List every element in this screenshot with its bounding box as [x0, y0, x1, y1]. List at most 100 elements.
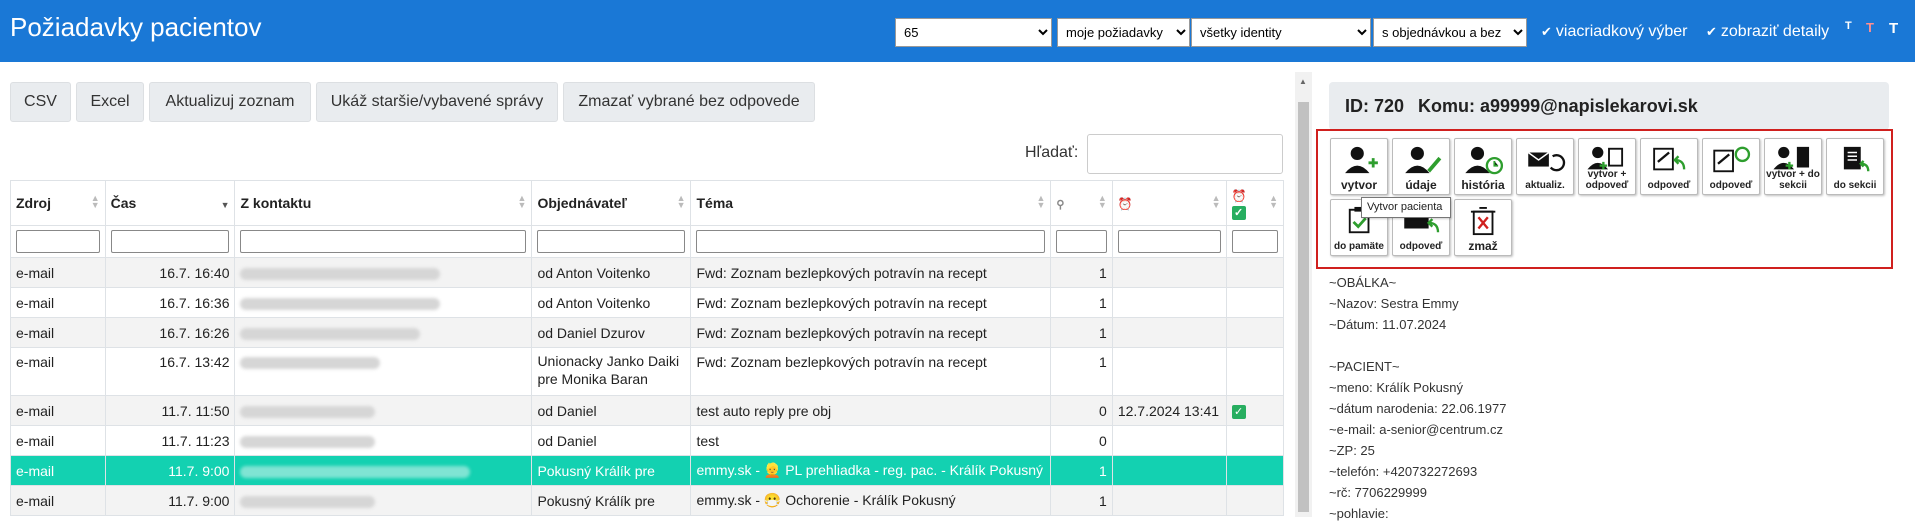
vertical-scrollbar[interactable]: ▲: [1295, 72, 1312, 517]
cell-alarm: 12.7.2024 13:41: [1111, 395, 1227, 426]
sort-icon: ▲ ▼: [517, 193, 527, 210]
scroll-up-icon[interactable]: ▲: [1299, 77, 1307, 86]
col-count[interactable]: ⚲ ▲ ▼: [1050, 180, 1113, 226]
cell-time: 16.7. 13:42: [104, 347, 236, 396]
message-body: ~OBÁLKA~ ~Nazov: Sestra Emmy ~Dátum: 11.…: [1329, 275, 1507, 521]
cell-orderer: od Daniel: [531, 395, 692, 426]
filter-contact-input[interactable]: [240, 230, 527, 253]
cell-done: [1225, 425, 1285, 456]
cell-topic: Fwd: Zoznam bezlepkových potravín na rec…: [690, 257, 1052, 288]
table-row[interactable]: e-mail 11.7. 9:00 Pokusný Králík pre emm…: [10, 485, 1285, 516]
cell-contact: [234, 257, 533, 288]
delete-selected-button[interactable]: Zmazať vybrané bez odpovede: [563, 82, 815, 122]
table-row[interactable]: e-mail 11.7. 11:50 od Daniel test auto r…: [10, 395, 1285, 426]
filter-time-input[interactable]: [110, 230, 230, 253]
col-contact[interactable]: Z kontaktu ▲ ▼: [234, 180, 533, 226]
cell-alarm: [1111, 287, 1227, 318]
cell-count: 1: [1050, 317, 1113, 348]
table-row-selected[interactable]: e-mail 11.7. 9:00 Pokusný Králík pre emm…: [10, 455, 1285, 486]
identity-select[interactable]: všetky identity: [1191, 18, 1371, 47]
to-section-label: do sekcii: [1833, 180, 1877, 191]
create-to-section-button[interactable]: vytvor + do sekcii: [1764, 138, 1822, 195]
cell-time: 16.7. 16:40: [104, 257, 236, 288]
show-details-toggle[interactable]: ✔ zobraziť detaily: [1706, 23, 1829, 41]
create-patient-button[interactable]: vytvor: [1330, 138, 1388, 195]
multi-row-select-label: viacriadkový výber: [1555, 23, 1688, 40]
delete-button[interactable]: zmaž: [1454, 199, 1512, 256]
cell-done: [1225, 257, 1285, 288]
update-label: aktualiz.: [1525, 180, 1565, 191]
message-id: ID: 720: [1345, 96, 1405, 116]
cell-count: 1: [1050, 287, 1113, 318]
page-title: Požiadavky pacientov: [10, 12, 262, 42]
order-filter-select[interactable]: s objednávkou a bez: [1373, 18, 1527, 47]
filter-count-input[interactable]: [1056, 230, 1107, 253]
check-icon: ✔: [1706, 24, 1717, 39]
col-time-label: Čas: [110, 195, 137, 211]
cell-source: e-mail: [10, 425, 106, 456]
table-row[interactable]: e-mail 16.7. 16:26 od Daniel Dzurov Fwd:…: [10, 317, 1285, 348]
cell-alarm: [1111, 257, 1227, 288]
cell-topic: test: [690, 425, 1052, 456]
table-row[interactable]: e-mail 16.7. 16:36 od Anton Voitenko Fwd…: [10, 287, 1285, 318]
font-medium-button[interactable]: T: [1866, 20, 1874, 35]
scrollbar-thumb[interactable]: [1298, 102, 1309, 512]
col-topic[interactable]: Téma ▲ ▼: [690, 180, 1052, 226]
limit-select[interactable]: 65: [895, 18, 1052, 47]
col-done[interactable]: ⏰ ✓ ▲ ▼: [1225, 180, 1285, 226]
table-row[interactable]: e-mail 11.7. 11:23 od Daniel test 0: [10, 425, 1285, 456]
reply-button[interactable]: odpoveď: [1640, 138, 1698, 195]
filter-topic-input[interactable]: [696, 230, 1046, 253]
cell-time: 11.7. 9:00: [104, 455, 236, 486]
excel-button[interactable]: Excel: [76, 82, 144, 122]
filter-row: [10, 225, 1285, 258]
sort-icon: ▲ ▼: [676, 193, 686, 210]
update-button[interactable]: aktualiz.: [1516, 138, 1574, 195]
col-source[interactable]: Zdroj ▲ ▼: [10, 180, 106, 226]
patient-data-button[interactable]: údaje: [1392, 138, 1450, 195]
checkmark-icon: ✓: [1231, 405, 1246, 419]
mail-refresh-icon: [1527, 151, 1566, 172]
search-label: Hľadať:: [1025, 144, 1079, 161]
cell-contact: [234, 395, 533, 426]
multi-row-select-toggle[interactable]: ✔ viacriadkový výber: [1541, 23, 1688, 41]
filter-alarm-input[interactable]: [1117, 230, 1221, 253]
font-small-button[interactable]: T: [1845, 20, 1852, 32]
cell-orderer: od Anton Voitenko: [531, 287, 692, 318]
to-memory-label: do pamäte: [1333, 241, 1384, 252]
cell-count: 1: [1050, 347, 1113, 396]
col-alarm[interactable]: ⏰ ▲ ▼: [1111, 180, 1227, 226]
sort-icon: ▲ ▼: [1269, 193, 1278, 210]
scope-select[interactable]: moje požiadavky: [1057, 18, 1190, 47]
col-orderer-label: Objednávateľ: [537, 195, 627, 211]
reply-later-button[interactable]: odpoveď: [1702, 138, 1760, 195]
create-and-reply-label: vytvor + odpoveď: [1585, 169, 1629, 191]
reply-clock-icon: [1713, 146, 1751, 173]
person-history-icon: [1465, 146, 1504, 175]
refresh-list-button[interactable]: Aktualizuj zoznam: [149, 82, 311, 122]
cell-count: 1: [1050, 485, 1113, 516]
table-row[interactable]: e-mail 16.7. 16:40 od Anton Voitenko Fwd…: [10, 257, 1285, 288]
redacted-contact: [240, 327, 421, 340]
table-row[interactable]: e-mail 16.7. 13:42 Unionacky Janko Daiki…: [10, 347, 1285, 396]
show-older-button[interactable]: Ukáž staršie/vybavené správy: [316, 82, 558, 122]
search-input[interactable]: [1087, 134, 1283, 174]
filter-orderer-input[interactable]: [537, 230, 686, 253]
cell-done: [1225, 287, 1285, 318]
create-and-reply-button[interactable]: vytvor + odpoveď: [1578, 138, 1636, 195]
font-large-button[interactable]: T: [1889, 20, 1898, 37]
cell-count: 0: [1050, 425, 1113, 456]
csv-button[interactable]: CSV: [10, 82, 71, 122]
filter-done-input[interactable]: [1231, 230, 1278, 253]
alarm-clock-icon: ⏰: [1117, 197, 1133, 211]
cell-topic: emmy.sk - 😷 Ochorenie - Králík Pokusný: [690, 485, 1052, 516]
person-edit-icon: [1405, 146, 1442, 174]
history-button[interactable]: história: [1454, 138, 1512, 195]
history-label: história: [1461, 178, 1505, 192]
cell-orderer: Pokusný Králík pre: [531, 455, 692, 486]
to-section-button[interactable]: do sekcii: [1826, 138, 1884, 195]
col-time[interactable]: Čas ▼: [104, 180, 236, 226]
sort-desc-icon: ▼: [220, 200, 230, 210]
filter-source-input[interactable]: [16, 230, 100, 253]
col-orderer[interactable]: Objednávateľ ▲ ▼: [531, 180, 692, 226]
